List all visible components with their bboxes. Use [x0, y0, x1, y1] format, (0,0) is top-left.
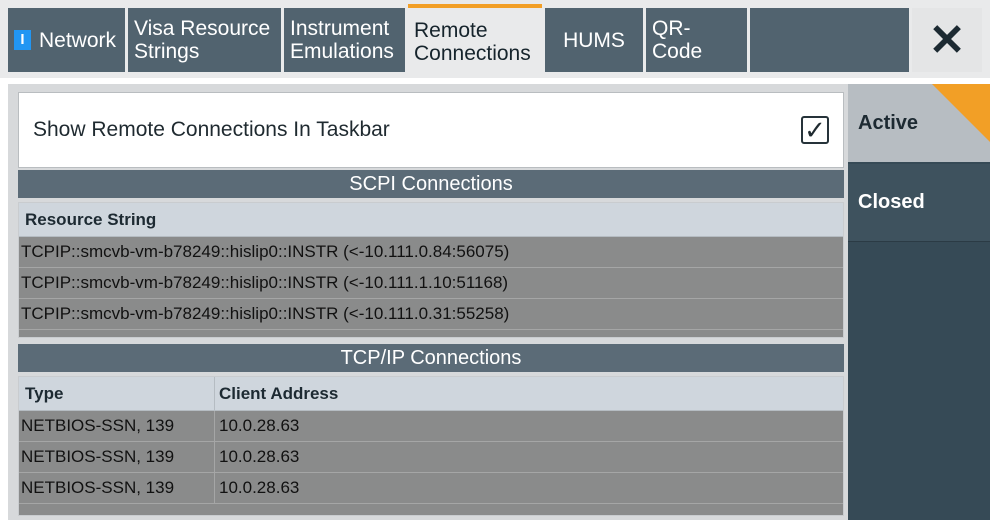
- table-row[interactable]: TCPIP::smcvb-vm-b78249::hislip0::INSTR (…: [19, 299, 843, 330]
- scpi-title: SCPI Connections: [349, 172, 513, 195]
- client-address-cell: 10.0.28.63: [214, 411, 299, 441]
- tab-hums[interactable]: HUMS: [545, 8, 643, 72]
- side-panel: Active Closed: [848, 84, 990, 520]
- table-row[interactable]: NETBIOS-SSN, 139 10.0.28.63: [19, 473, 843, 504]
- check-icon: ✓: [804, 115, 826, 145]
- tab-label: QR- Code: [652, 17, 703, 63]
- closed-label: Closed: [858, 191, 925, 213]
- column-header-type: Type: [25, 383, 64, 403]
- table-row[interactable]: NETBIOS-SSN, 139 10.0.28.63: [19, 442, 843, 473]
- tab-network[interactable]: I Network: [8, 8, 125, 72]
- tab-remote-connections[interactable]: Remote Connections: [408, 4, 542, 78]
- tcpip-title: TCP/IP Connections: [340, 346, 522, 369]
- table-header: Type Client Address: [19, 377, 843, 411]
- type-cell: NETBIOS-SSN, 139: [21, 447, 175, 466]
- column-header-client-address: Client Address: [214, 377, 338, 410]
- tab-label: Remote Connections: [414, 19, 531, 65]
- column-header-resource-string: Resource String: [25, 209, 157, 229]
- client-address-cell: 10.0.28.63: [214, 473, 299, 503]
- table-header: Resource String: [19, 203, 843, 237]
- tab-empty: [750, 8, 909, 72]
- tab-bar: I Network Visa Resource Strings Instrume…: [0, 0, 990, 78]
- active-label: Active: [858, 111, 919, 134]
- resource-string-cell: TCPIP::smcvb-vm-b78249::hislip0::INSTR (…: [21, 304, 510, 323]
- tab-label: Instrument Emulations: [290, 17, 394, 63]
- tab-visa-resource-strings[interactable]: Visa Resource Strings: [128, 8, 281, 72]
- type-cell: NETBIOS-SSN, 139: [21, 478, 175, 497]
- scpi-section-header: SCPI Connections: [18, 170, 844, 198]
- resource-string-cell: TCPIP::smcvb-vm-b78249::hislip0::INSTR (…: [21, 242, 510, 261]
- tcpip-table[interactable]: Type Client Address NETBIOS-SSN, 139 10.…: [18, 376, 844, 516]
- selected-corner-marker: [932, 84, 990, 142]
- show-in-taskbar-checkbox[interactable]: ✓: [801, 116, 829, 144]
- info-icon: I: [14, 30, 31, 50]
- client-address-cell: 10.0.28.63: [214, 442, 299, 472]
- remote-connections-panel: Show Remote Connections In Taskbar ✓ SCP…: [8, 84, 850, 520]
- tab-qr-code[interactable]: QR- Code: [646, 8, 747, 72]
- tab-label: Network: [39, 28, 117, 52]
- resource-string-cell: TCPIP::smcvb-vm-b78249::hislip0::INSTR (…: [21, 273, 509, 292]
- table-row[interactable]: TCPIP::smcvb-vm-b78249::hislip0::INSTR (…: [19, 237, 843, 268]
- tab-label: Visa Resource Strings: [134, 17, 271, 63]
- tab-instrument-emulations[interactable]: Instrument Emulations: [284, 8, 405, 72]
- close-icon: ✕: [928, 15, 966, 65]
- show-in-taskbar-label: Show Remote Connections In Taskbar: [33, 118, 390, 141]
- table-row[interactable]: NETBIOS-SSN, 139 10.0.28.63: [19, 411, 843, 442]
- scpi-table[interactable]: Resource String TCPIP::smcvb-vm-b78249::…: [18, 202, 844, 338]
- table-row[interactable]: TCPIP::smcvb-vm-b78249::hislip0::INSTR (…: [19, 268, 843, 299]
- closed-button[interactable]: Closed: [848, 164, 990, 242]
- close-button[interactable]: ✕: [912, 8, 982, 72]
- type-cell: NETBIOS-SSN, 139: [21, 416, 175, 435]
- tab-label: HUMS: [563, 28, 625, 52]
- show-in-taskbar-row[interactable]: Show Remote Connections In Taskbar ✓: [18, 92, 844, 168]
- active-button[interactable]: Active: [848, 84, 990, 162]
- tcpip-section-header: TCP/IP Connections: [18, 344, 844, 372]
